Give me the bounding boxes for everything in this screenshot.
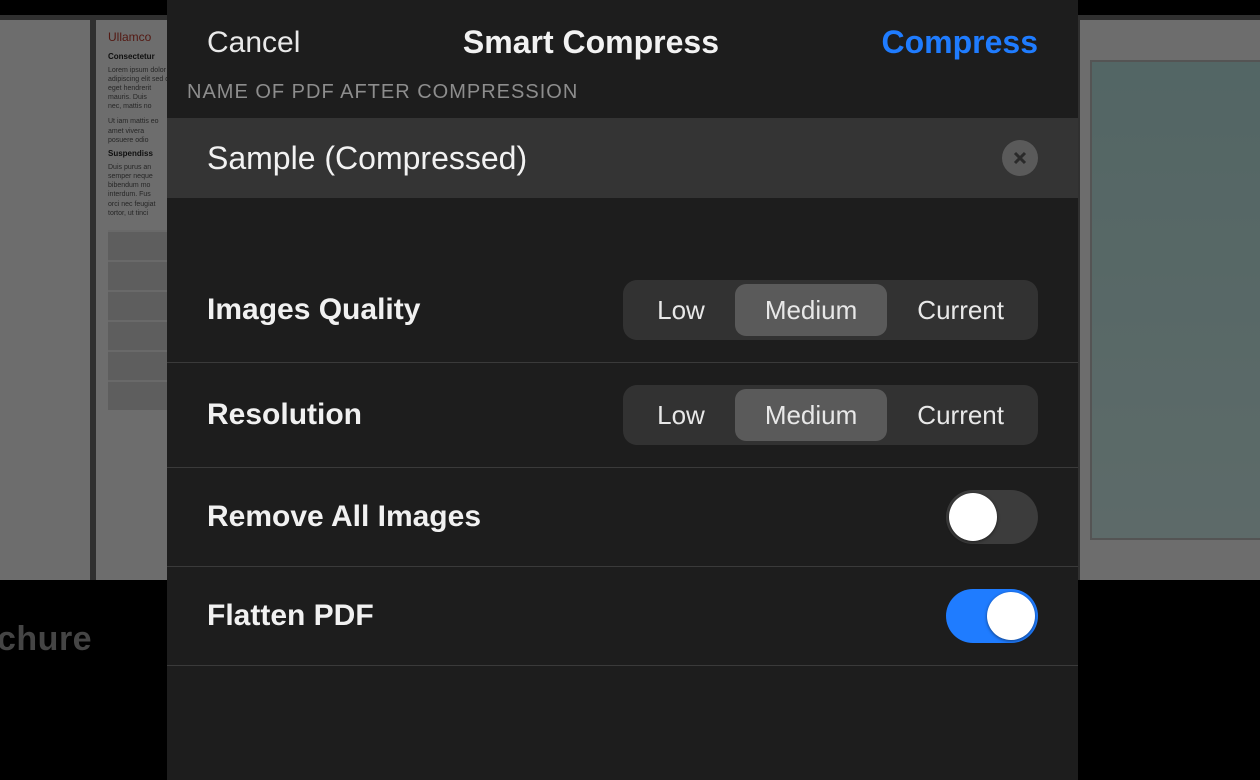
resolution-medium[interactable]: Medium (735, 389, 887, 441)
toggle-flatten[interactable] (946, 589, 1038, 643)
pdf-name-input[interactable] (207, 140, 1002, 177)
toggle-knob (949, 493, 997, 541)
row-resolution: Resolution Low Medium Current (167, 363, 1078, 468)
label-resolution: Resolution (207, 398, 362, 432)
options-group: Images Quality Low Medium Current Resolu… (167, 258, 1078, 666)
clear-name-button[interactable] (1002, 140, 1038, 176)
cancel-button[interactable]: Cancel (207, 26, 300, 60)
section-label-name: NAME OF PDF AFTER COMPRESSION (167, 75, 1078, 118)
resolution-current[interactable]: Current (887, 389, 1034, 441)
row-flatten: Flatten PDF (167, 567, 1078, 666)
compress-button[interactable]: Compress (881, 24, 1038, 61)
segmented-images-quality: Low Medium Current (623, 280, 1038, 340)
segmented-resolution: Low Medium Current (623, 385, 1038, 445)
label-remove-images: Remove All Images (207, 500, 481, 534)
label-images-quality: Images Quality (207, 293, 420, 327)
images-quality-medium[interactable]: Medium (735, 284, 887, 336)
toggle-knob (987, 592, 1035, 640)
compress-sheet: Cancel Smart Compress Compress NAME OF P… (167, 0, 1078, 780)
pdf-name-row (167, 118, 1078, 198)
sheet-title: Smart Compress (463, 24, 719, 61)
sheet-header: Cancel Smart Compress Compress (167, 0, 1078, 75)
label-flatten: Flatten PDF (207, 599, 374, 633)
row-images-quality: Images Quality Low Medium Current (167, 258, 1078, 363)
close-icon (1012, 150, 1028, 166)
images-quality-low[interactable]: Low (627, 284, 735, 336)
resolution-low[interactable]: Low (627, 389, 735, 441)
images-quality-current[interactable]: Current (887, 284, 1034, 336)
row-remove-images: Remove All Images (167, 468, 1078, 567)
toggle-remove-images[interactable] (946, 490, 1038, 544)
